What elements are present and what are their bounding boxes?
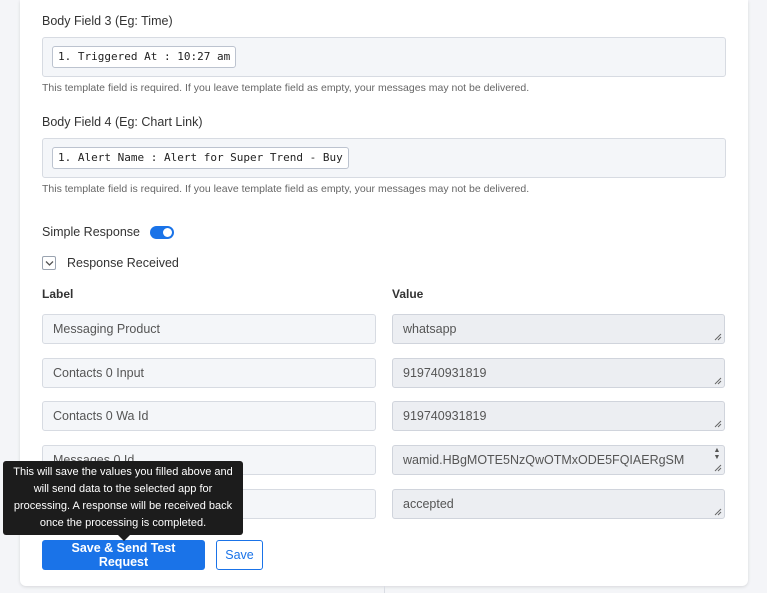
value-column-header: Value [392,287,424,301]
body-field-4-label: Body Field 4 (Eg: Chart Link) [42,115,203,129]
response-received-label: Response Received [67,256,179,270]
save-button[interactable]: Save [216,540,263,570]
response-value-text: whatsapp [403,322,457,336]
body-field-3-chip[interactable]: 1. Triggered At : 10:27 am [52,46,237,68]
response-received-row[interactable]: Response Received [42,256,179,270]
resize-grip-icon[interactable] [714,333,722,341]
response-value-text: 919740931819 [403,409,487,423]
response-value-field[interactable]: 919740931819 [392,358,725,388]
resize-grip-icon[interactable] [714,508,722,516]
resize-grip-icon[interactable] [714,377,722,385]
simple-response-toggle[interactable] [149,225,174,239]
save-and-send-test-request-button[interactable]: Save & Send Test Request [42,540,205,570]
response-value-text: accepted [403,497,454,511]
body-field-3-hint: This template field is required. If you … [42,82,530,94]
response-value-text: 919740931819 [403,366,487,380]
body-field-4-input[interactable]: 1. Alert Name : Alert for Super Trend - … [42,138,726,178]
response-value-field[interactable]: whatsapp [392,314,725,344]
label-column-header: Label [42,287,74,301]
resize-grip-icon[interactable] [714,420,722,428]
response-value-text: wamid.HBgMOTE5NzQwOTMxODE5FQIAERgSM [403,453,685,467]
body-field-4-chip[interactable]: 1. Alert Name : Alert for Super Trend - … [52,147,349,169]
response-label-field[interactable]: Messaging Product [42,314,376,344]
resize-grip-icon[interactable] [714,464,722,472]
response-value-field[interactable]: accepted [392,489,725,519]
tooltip: This will save the values you filled abo… [3,461,243,541]
simple-response-label: Simple Response [42,225,140,239]
chevron-down-icon[interactable] [42,256,56,270]
response-value-field[interactable]: wamid.HBgMOTE5NzQwOTMxODE5FQIAERgSM ▲ ▼ [392,445,725,475]
scroll-arrows-icon[interactable]: ▲ ▼ [712,447,722,461]
response-value-field[interactable]: 919740931819 [392,401,725,431]
body-field-3-label: Body Field 3 (Eg: Time) [42,14,173,28]
divider [384,586,385,593]
response-label-field[interactable]: Contacts 0 Input [42,358,376,388]
body-field-3-input[interactable]: 1. Triggered At : 10:27 am [42,37,726,77]
response-label-field[interactable]: Contacts 0 Wa Id [42,401,376,431]
body-field-4-hint: This template field is required. If you … [42,183,530,195]
simple-response-row: Simple Response [42,225,174,239]
